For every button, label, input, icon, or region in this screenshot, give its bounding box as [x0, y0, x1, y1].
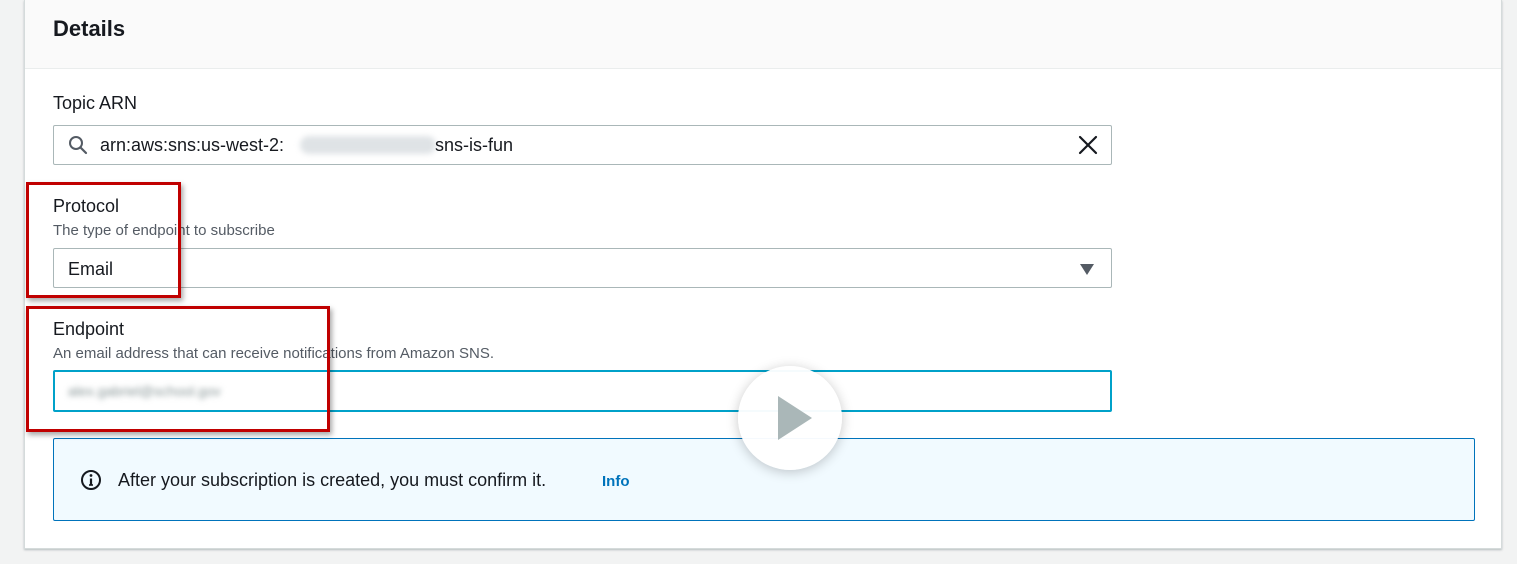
caret-down-icon	[1080, 264, 1094, 275]
details-panel: Details Topic ARN arn:aws:sns:us-west-2:…	[24, 0, 1502, 549]
topic-arn-value-suffix: sns-is-fun	[435, 135, 514, 155]
topic-arn-label: Topic ARN	[53, 93, 138, 113]
topic-arn-value-prefix: arn:aws:sns:us-west-2:	[100, 135, 285, 155]
endpoint-highlight-box	[26, 306, 330, 432]
video-play-button[interactable]	[738, 366, 842, 470]
alert-message: After your subscription is created, you …	[118, 470, 547, 490]
play-icon	[778, 396, 812, 440]
panel-header: Details	[25, 0, 1501, 69]
close-icon[interactable]	[1077, 134, 1099, 156]
protocol-highlight-box	[26, 182, 181, 298]
topic-arn-input[interactable]: arn:aws:sns:us-west-2: sns-is-fun	[53, 125, 1112, 165]
protocol-select[interactable]: Email	[53, 248, 1112, 288]
info-link[interactable]: Info	[602, 473, 630, 490]
redacted-account-id	[300, 136, 436, 154]
panel-title: Details	[53, 16, 126, 41]
info-icon	[81, 470, 101, 490]
search-icon	[69, 136, 88, 155]
